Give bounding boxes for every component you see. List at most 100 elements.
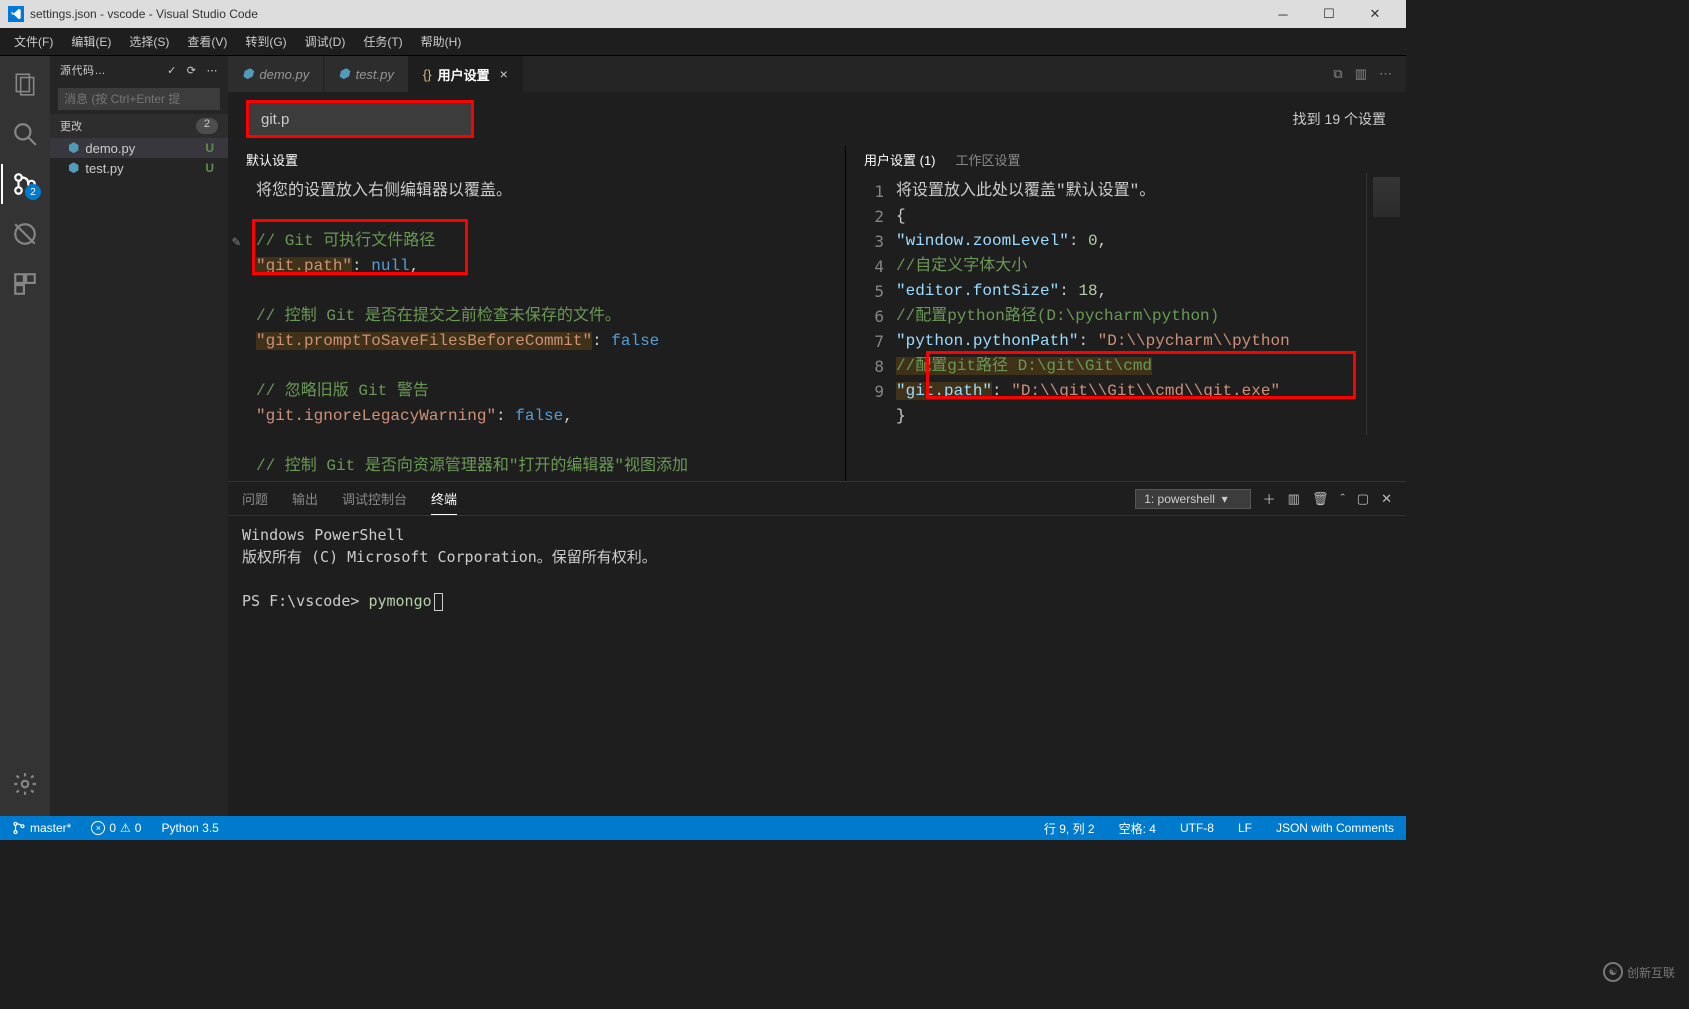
- scm-more-icon[interactable]: ⋯: [207, 64, 219, 77]
- editor-tab-test[interactable]: ⬢ test.py: [324, 56, 409, 92]
- default-settings-content[interactable]: ✎ 将您的设置放入右侧编辑器以覆盖。 // Git 可执行文件路径 "git.p…: [228, 173, 845, 481]
- editor-key: "git.path": [256, 257, 352, 275]
- status-language[interactable]: JSON with Comments: [1272, 821, 1398, 835]
- menu-debug[interactable]: 调试(D): [297, 31, 354, 52]
- editor-comment: //自定义字体大小: [896, 257, 1027, 275]
- status-python[interactable]: Python 3.5: [157, 821, 222, 835]
- search-icon[interactable]: [1, 114, 49, 154]
- status-line-col[interactable]: 行 9, 列 2: [1040, 820, 1099, 837]
- user-settings-tab[interactable]: 用户设置 (1): [864, 150, 936, 169]
- scm-icon[interactable]: 2: [1, 164, 49, 204]
- editor-key: "window.zoomLevel": [896, 232, 1069, 250]
- menu-view[interactable]: 查看(V): [179, 31, 235, 52]
- editor-comment: // 控制 Git 是否向资源管理器和"打开的编辑器"视图添加: [256, 457, 688, 475]
- panel-tab-problems[interactable]: 问题: [242, 483, 268, 514]
- panel-tab-debug-console[interactable]: 调试控制台: [342, 483, 407, 514]
- maximize-button[interactable]: ☐: [1306, 0, 1352, 28]
- python-file-icon: ⬢: [242, 66, 253, 82]
- settings-gear-icon[interactable]: [1, 764, 49, 804]
- status-errors-warnings[interactable]: ×0 ⚠0: [87, 821, 145, 835]
- editor-comment: // 忽略旧版 Git 警告: [256, 382, 429, 400]
- compare-icon[interactable]: ⧉: [1333, 66, 1342, 82]
- bottom-panel: 问题 输出 调试控制台 终端 1: powershell ▾ ＋ ▥ 🗑 ˆ ▢…: [228, 481, 1406, 816]
- changes-count: 2: [196, 118, 218, 134]
- status-branch[interactable]: master*: [8, 821, 75, 835]
- watermark-icon: ☯: [1603, 962, 1623, 982]
- menu-selection[interactable]: 选择(S): [121, 31, 177, 52]
- editor-comment: // Git 可执行文件路径: [256, 232, 435, 250]
- editor-comment: // 控制 Git 是否在提交之前检查未保存的文件。: [256, 307, 621, 325]
- panel-tab-output[interactable]: 输出: [292, 483, 318, 514]
- editor-value: "D:\\git\\Git\\cmd\\git.exe": [1011, 382, 1280, 400]
- scm-file-status: U: [205, 161, 216, 175]
- minimap[interactable]: [1366, 173, 1406, 435]
- python-file-icon: ⬢: [68, 160, 79, 176]
- split-editor-icon[interactable]: ▥: [1355, 66, 1367, 82]
- panel-tab-terminal[interactable]: 终端: [431, 483, 457, 515]
- terminal-select[interactable]: 1: powershell ▾: [1135, 489, 1250, 509]
- editor-line-header: 将您的设置放入右侧编辑器以覆盖。: [256, 179, 845, 204]
- maximize-panel-icon[interactable]: ▢: [1357, 491, 1369, 507]
- editor-key: "python.pythonPath": [896, 332, 1078, 350]
- editor-key: "editor.fontSize": [896, 282, 1059, 300]
- scm-file-name: demo.py: [85, 141, 135, 156]
- commit-check-icon[interactable]: ✓: [167, 64, 177, 77]
- error-icon: ×: [91, 821, 105, 835]
- kill-terminal-icon[interactable]: 🗑: [1312, 491, 1329, 507]
- editor-value: 0: [1088, 232, 1098, 250]
- scm-badge: 2: [25, 184, 41, 200]
- close-button[interactable]: ✕: [1352, 0, 1398, 28]
- menu-help[interactable]: 帮助(H): [413, 31, 470, 52]
- settings-search-box: [246, 100, 474, 138]
- split-terminal-icon[interactable]: ▥: [1288, 491, 1300, 507]
- editor-tab-demo[interactable]: ⬢ demo.py: [228, 56, 324, 92]
- editor-tab-user-settings[interactable]: {} 用户设置 ×: [409, 56, 523, 92]
- scm-file-name: test.py: [85, 161, 123, 176]
- python-file-icon: ⬢: [338, 66, 349, 82]
- status-spaces[interactable]: 空格: 4: [1115, 820, 1160, 837]
- editor-colon: :: [352, 257, 371, 275]
- status-encoding[interactable]: UTF-8: [1176, 821, 1218, 835]
- scm-file-item[interactable]: ⬢ demo.py U: [50, 138, 228, 158]
- collapse-panel-icon[interactable]: ˆ: [1340, 491, 1344, 506]
- editor-value: false: [515, 407, 563, 425]
- tab-more-icon[interactable]: ⋯: [1379, 66, 1392, 82]
- close-icon[interactable]: ×: [500, 66, 508, 82]
- editor-key: "git.promptToSaveFilesBeforeCommit": [256, 332, 592, 350]
- editor-comma: ,: [563, 407, 573, 425]
- editor-value: null: [371, 257, 409, 275]
- terminal-content[interactable]: Windows PowerShell 版权所有 (C) Microsoft Co…: [228, 516, 1406, 816]
- scm-panel: 源代码… ✓ ⟳ ⋯ 更改 2 ⬢ demo.py U ⬢ test.py U: [50, 56, 228, 816]
- editor-comma: ,: [410, 257, 420, 275]
- commit-message-input[interactable]: [58, 88, 220, 110]
- python-file-icon: ⬢: [68, 140, 79, 156]
- editor-colon: :: [496, 407, 515, 425]
- workspace-settings-tab[interactable]: 工作区设置: [956, 150, 1021, 169]
- debug-icon[interactable]: [1, 214, 49, 254]
- menu-goto[interactable]: 转到(G): [237, 31, 294, 52]
- vscode-logo-icon: [8, 6, 24, 22]
- refresh-icon[interactable]: ⟳: [187, 64, 197, 77]
- default-settings-editor: 默认设置 ✎ 将您的设置放入右侧编辑器以覆盖。 // Git 可执行文件路径 "…: [228, 146, 846, 481]
- editor-line-header: 将设置放入此处以覆盖"默认设置"。: [896, 179, 1366, 204]
- explorer-icon[interactable]: [1, 64, 49, 104]
- minimize-button[interactable]: ─: [1260, 0, 1306, 28]
- default-settings-tab[interactable]: 默认设置: [246, 150, 298, 169]
- edit-pencil-icon[interactable]: ✎: [232, 231, 240, 256]
- editor-key: "git.ignoreLegacyWarning": [256, 407, 496, 425]
- menu-edit[interactable]: 编辑(E): [63, 31, 119, 52]
- extensions-icon[interactable]: [1, 264, 49, 304]
- watermark-text: 创新互联: [1627, 964, 1675, 981]
- scm-file-item[interactable]: ⬢ test.py U: [50, 158, 228, 178]
- user-settings-content[interactable]: 将设置放入此处以覆盖"默认设置"。 { "window.zoomLevel": …: [896, 173, 1366, 435]
- tab-label: 用户设置: [438, 68, 490, 83]
- settings-search-input[interactable]: [261, 111, 459, 128]
- new-terminal-icon[interactable]: ＋: [1263, 489, 1276, 508]
- close-panel-icon[interactable]: ✕: [1381, 491, 1392, 507]
- status-eol[interactable]: LF: [1234, 821, 1256, 835]
- terminal-prompt: PS F:\vscode>: [242, 592, 368, 610]
- menu-tasks[interactable]: 任务(T): [355, 31, 410, 52]
- menu-file[interactable]: 文件(F): [6, 31, 61, 52]
- tab-label: test.py: [356, 67, 394, 82]
- tab-label: demo.py: [259, 67, 309, 82]
